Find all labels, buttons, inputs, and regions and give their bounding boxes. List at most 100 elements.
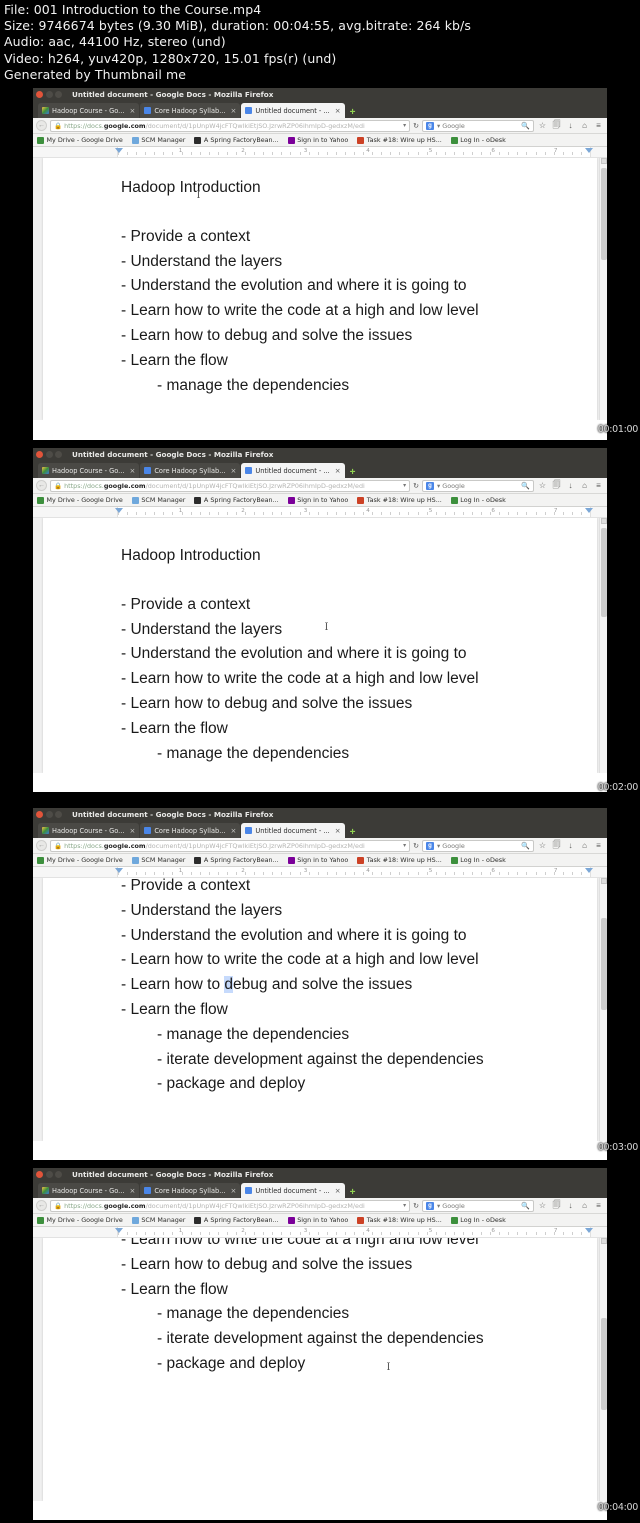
bookmark-item-0[interactable]: My Drive - Google Drive [37,496,123,504]
toolbar-icon-4[interactable]: ≡ [593,841,604,850]
window-maximize-icon[interactable] [55,811,62,818]
indent-marker-right-icon[interactable] [585,148,593,153]
window-maximize-icon[interactable] [55,1171,62,1178]
close-icon[interactable]: × [129,467,135,475]
bookmark-item-4[interactable]: Task #18: Wire up HS... [357,136,442,144]
docs-ruler[interactable]: 1 2 3 4 5 6 7 [33,1227,607,1238]
bookmark-item-2[interactable]: A Spring FactoryBean... [194,1216,279,1224]
close-icon[interactable]: × [335,467,341,475]
docs-ruler[interactable]: 1 2 3 4 5 6 7 [33,867,607,878]
document-scrollbar[interactable] [599,518,607,773]
indent-marker-right-icon[interactable] [585,508,593,513]
browser-tab-1[interactable]: Core Hadoop Syllab... × [140,103,241,118]
docs-ruler[interactable]: 1 2 3 4 5 6 7 [33,147,607,158]
reload-icon[interactable]: ↻ [413,122,419,130]
document-scrollbar[interactable] [599,1238,607,1501]
bookmark-item-1[interactable]: SCM Manager [131,1216,185,1224]
back-icon[interactable]: ← [36,840,47,851]
window-controls[interactable] [36,1171,62,1178]
bookmark-item-2[interactable]: A Spring FactoryBean... [194,136,279,144]
document-text[interactable]: Hadoop Introduction - Provide a context - … [121,544,587,766]
bookmark-item-3[interactable]: Sign in to Yahoo [287,1216,348,1224]
toolbar-icon-0[interactable]: ☆ [537,121,548,130]
reload-icon[interactable]: ↻ [413,842,419,850]
indent-marker-left-icon[interactable] [115,148,123,153]
window-maximize-icon[interactable] [55,91,62,98]
toolbar-icon-2[interactable]: ↓ [565,481,576,490]
close-icon[interactable]: × [129,827,135,835]
document-scrollbar[interactable] [599,878,607,1141]
document-canvas[interactable]: - Learn how to write the code at a high … [33,1238,607,1501]
window-controls[interactable] [36,811,62,818]
browser-tab-0[interactable]: Hadoop Course - Go... × [38,1183,140,1198]
browser-tab-1[interactable]: Core Hadoop Syllab... × [140,823,241,838]
browser-tab-0[interactable]: Hadoop Course - Go... × [38,103,140,118]
bookmark-item-5[interactable]: Log In - oDesk [450,856,506,864]
indent-marker-left-icon[interactable] [115,508,123,513]
close-icon[interactable]: × [231,467,237,475]
toolbar-icon-3[interactable]: ⌂ [579,841,590,850]
toolbar-icon-2[interactable]: ↓ [565,121,576,130]
back-icon[interactable]: ← [36,120,47,131]
window-minimize-icon[interactable] [45,91,53,98]
search-icon[interactable]: 🔍 [521,842,530,850]
back-icon[interactable]: ← [36,480,47,491]
bookmark-item-0[interactable]: My Drive - Google Drive [37,1216,123,1224]
close-icon[interactable]: × [335,1187,341,1195]
search-input[interactable]: g ▾ Google 🔍 [422,119,534,132]
chevron-down-icon[interactable]: ▾ [403,1202,406,1209]
toolbar-icon-4[interactable]: ≡ [593,481,604,490]
search-icon[interactable]: 🔍 [521,1202,530,1210]
window-close-icon[interactable] [36,1171,43,1178]
indent-marker-right-icon[interactable] [585,1228,593,1233]
close-icon[interactable]: × [231,1187,237,1195]
toolbar-icon-4[interactable]: ≡ [593,1201,604,1210]
bookmark-item-4[interactable]: Task #18: Wire up HS... [357,856,442,864]
search-input[interactable]: g ▾ Google 🔍 [422,479,534,492]
toolbar-icon-2[interactable]: ↓ [565,1201,576,1210]
bookmark-item-4[interactable]: Task #18: Wire up HS... [357,1216,442,1224]
bookmark-item-0[interactable]: My Drive - Google Drive [37,856,123,864]
bookmark-item-3[interactable]: Sign in to Yahoo [287,856,348,864]
bookmark-item-3[interactable]: Sign in to Yahoo [287,136,348,144]
reload-icon[interactable]: ↻ [413,1202,419,1210]
search-engine-icon[interactable]: g [426,121,434,130]
reload-icon[interactable]: ↻ [413,482,419,490]
new-tab-button[interactable]: + [350,828,356,838]
browser-tab-2[interactable]: Untitled document - ... × [241,823,345,838]
toolbar-icon-4[interactable]: ≡ [593,121,604,130]
docs-ruler[interactable]: 1 2 3 4 5 6 7 [33,507,607,518]
chevron-down-icon[interactable]: ▾ [403,842,406,849]
bookmark-item-3[interactable]: Sign in to Yahoo [287,496,348,504]
document-text[interactable]: - Learn how to write the code at a high … [121,1238,587,1377]
window-close-icon[interactable] [36,451,43,458]
document-canvas[interactable]: - Provide a context - Understand the laye… [33,878,607,1141]
window-controls[interactable] [36,451,62,458]
search-input[interactable]: g ▾ Google 🔍 [422,1199,534,1212]
chevron-down-icon[interactable]: ▾ [403,122,406,129]
indent-marker-right-icon[interactable] [585,868,593,873]
address-bar[interactable]: 🔒 https://docs.google.com/document/d/1pU… [50,1199,411,1212]
browser-tab-1[interactable]: Core Hadoop Syllab... × [140,1183,241,1198]
back-icon[interactable]: ← [36,1200,47,1211]
search-icon[interactable]: 🔍 [521,482,530,490]
toolbar-icon-1[interactable]: 🗐 [551,1199,562,1213]
scrollbar-thumb[interactable] [601,528,607,618]
address-bar[interactable]: 🔒 https://docs.google.com/document/d/1pU… [50,839,411,852]
toolbar-icon-0[interactable]: ☆ [537,841,548,850]
indent-marker-left-icon[interactable] [115,868,123,873]
bookmark-item-4[interactable]: Task #18: Wire up HS... [357,496,442,504]
window-minimize-icon[interactable] [45,1171,53,1178]
browser-tab-2[interactable]: Untitled document - ... × [241,463,345,478]
bookmark-item-5[interactable]: Log In - oDesk [450,136,506,144]
document-text[interactable]: Hadoop Introduction - Provide a context - … [121,176,587,398]
toolbar-icon-3[interactable]: ⌂ [579,481,590,490]
toolbar-icon-0[interactable]: ☆ [537,1201,548,1210]
scrollbar-thumb[interactable] [601,1318,607,1411]
indent-marker-left-icon[interactable] [115,1228,123,1233]
browser-tab-2[interactable]: Untitled document - ... × [241,103,345,118]
toolbar-icon-1[interactable]: 🗐 [551,839,562,853]
close-icon[interactable]: × [129,1187,135,1195]
window-close-icon[interactable] [36,811,43,818]
bookmark-item-1[interactable]: SCM Manager [131,136,185,144]
